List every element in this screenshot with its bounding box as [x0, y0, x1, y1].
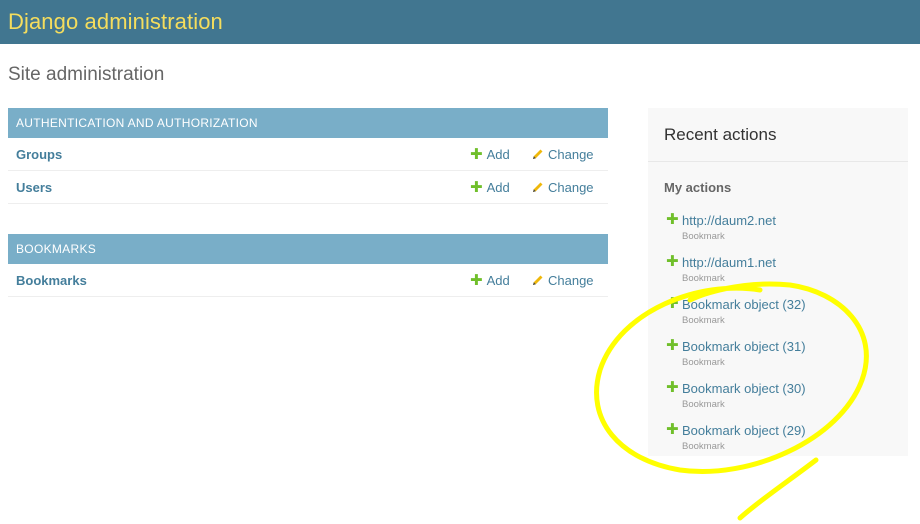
action-type: Bookmark [682, 231, 725, 242]
plus-icon: ✚ [470, 271, 483, 289]
module-authentication: AUTHENTICATION AND AUTHORIZATION Groups … [8, 108, 608, 204]
action-type: Bookmark [682, 441, 725, 452]
add-groups-button[interactable]: ✚ Add [470, 147, 510, 162]
add-bookmarks-button[interactable]: ✚ Add [470, 273, 510, 288]
plus-icon: ✚ [470, 145, 483, 163]
add-label: Add [486, 146, 510, 162]
actions-list: ✚ http://daum2.net Bookmark ✚ http://dau… [664, 212, 904, 464]
pencil-icon [533, 149, 543, 159]
action-type: Bookmark [682, 315, 725, 326]
module-caption[interactable]: BOOKMARKS [8, 234, 608, 264]
recent-actions-title: Recent actions [648, 108, 908, 162]
add-label: Add [486, 179, 510, 195]
header-bar: Django administration [0, 0, 920, 44]
plus-icon: ✚ [470, 178, 483, 196]
recent-actions-panel: Recent actions My actions ✚ http://daum2… [648, 108, 908, 456]
change-bookmarks-button[interactable]: Change [532, 273, 594, 288]
action-link[interactable]: Bookmark object (32) [682, 297, 806, 312]
plus-icon: ✚ [666, 211, 679, 228]
action-link[interactable]: Bookmark object (29) [682, 423, 806, 438]
action-link[interactable]: Bookmark object (30) [682, 381, 806, 396]
my-actions-heading: My actions [664, 180, 732, 195]
action-item: ✚ Bookmark object (32) Bookmark [664, 296, 904, 338]
model-link-groups[interactable]: Groups [16, 147, 62, 162]
plus-icon: ✚ [666, 337, 679, 354]
action-link[interactable]: Bookmark object (31) [682, 339, 806, 354]
change-label: Change [548, 179, 594, 195]
plus-icon: ✚ [666, 253, 679, 270]
model-link-users[interactable]: Users [16, 180, 52, 195]
pencil-icon [533, 182, 543, 192]
pencil-icon [533, 275, 543, 285]
action-item: ✚ Bookmark object (29) Bookmark [664, 422, 904, 464]
change-groups-button[interactable]: Change [532, 147, 594, 162]
action-item: ✚ http://daum1.net Bookmark [664, 254, 904, 296]
model-row-users: Users ✚ Add Change [8, 171, 608, 204]
action-link[interactable]: http://daum1.net [682, 255, 776, 270]
add-label: Add [486, 272, 510, 288]
action-type: Bookmark [682, 399, 725, 410]
plus-icon: ✚ [666, 421, 679, 438]
action-link[interactable]: http://daum2.net [682, 213, 776, 228]
action-item: ✚ Bookmark object (31) Bookmark [664, 338, 904, 380]
action-type: Bookmark [682, 357, 725, 368]
action-item: ✚ Bookmark object (30) Bookmark [664, 380, 904, 422]
site-brand-link[interactable]: Django administration [8, 9, 223, 35]
module-bookmarks: BOOKMARKS Bookmarks ✚ Add Change [8, 234, 608, 297]
change-users-button[interactable]: Change [532, 180, 594, 195]
model-row-bookmarks: Bookmarks ✚ Add Change [8, 264, 608, 297]
module-caption[interactable]: AUTHENTICATION AND AUTHORIZATION [8, 108, 608, 138]
action-type: Bookmark [682, 273, 725, 284]
action-item: ✚ http://daum2.net Bookmark [664, 212, 904, 254]
plus-icon: ✚ [666, 295, 679, 312]
model-row-groups: Groups ✚ Add Change [8, 138, 608, 171]
change-label: Change [548, 146, 594, 162]
change-label: Change [548, 272, 594, 288]
plus-icon: ✚ [666, 379, 679, 396]
page-title: Site administration [8, 64, 165, 85]
model-link-bookmarks[interactable]: Bookmarks [16, 273, 87, 288]
add-users-button[interactable]: ✚ Add [470, 180, 510, 195]
